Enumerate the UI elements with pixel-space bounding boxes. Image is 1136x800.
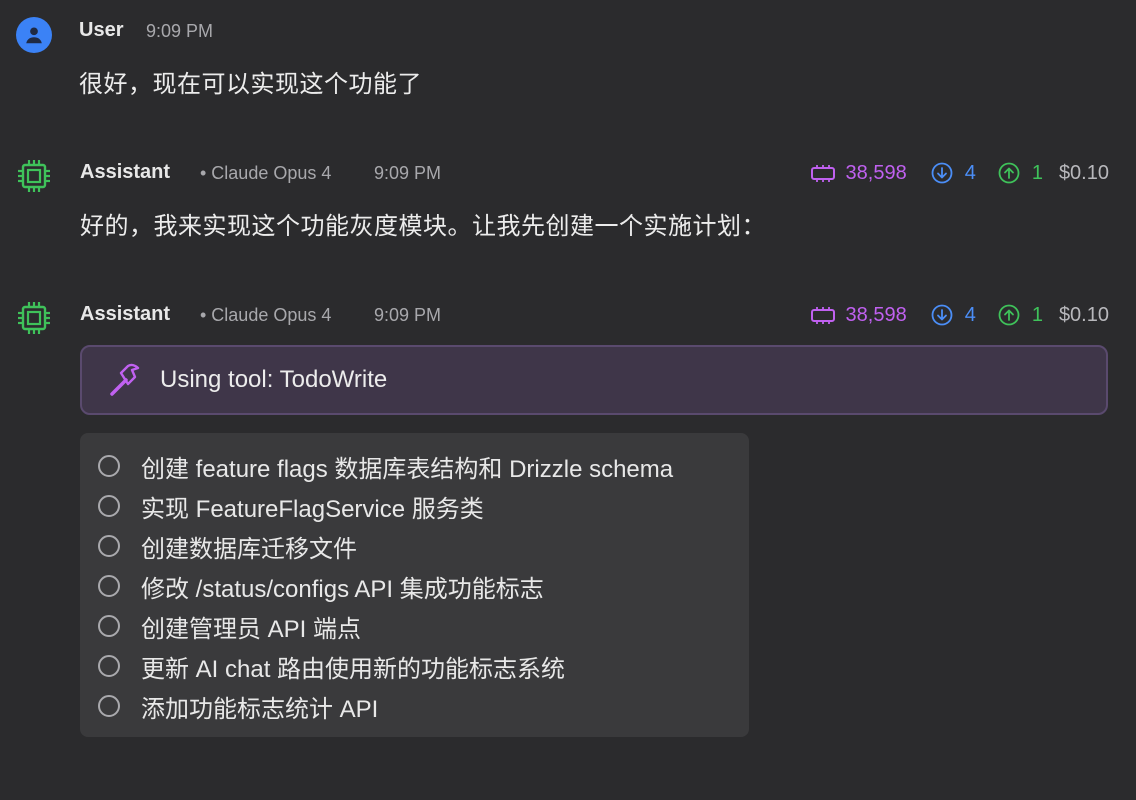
tool-call-panel[interactable]: Using tool: TodoWrite <box>80 345 1108 415</box>
message-text: 好的，我来实现这个功能灰度模块。让我先创建一个实施计划： <box>80 213 766 240</box>
arrow-down-circle-icon <box>931 162 953 184</box>
todo-item: 创建管理员 API 端点 <box>98 610 362 643</box>
todo-item: 创建 feature flags 数据库表结构和 Drizzle schema <box>98 450 674 483</box>
todo-text: 创建数据库迁移文件 <box>141 535 357 563</box>
circle-unchecked-icon[interactable] <box>98 655 120 677</box>
todo-item: 实现 FeatureFlagService 服务类 <box>98 490 484 523</box>
sender-name: User <box>79 19 124 41</box>
circle-unchecked-icon[interactable] <box>98 495 120 517</box>
usage-stats: 38,598 4 1 $0.10 <box>810 301 1109 329</box>
cpu-chip-icon <box>18 302 50 334</box>
usage-stats: 38,598 4 1 $0.10 <box>810 159 1109 187</box>
todo-text: 创建 feature flags 数据库表结构和 Drizzle schema <box>141 455 674 483</box>
token-count: 38,598 <box>845 161 907 184</box>
cost-value: $0.10 <box>1058 303 1109 326</box>
todo-text: 添加功能标志统计 API <box>141 695 379 723</box>
token-count: 38,598 <box>845 303 907 326</box>
assistant-avatar <box>16 158 52 194</box>
todo-item: 更新 AI chat 路由使用新的功能标志系统 <box>98 650 566 683</box>
message-text: 很好，现在可以实现这个功能了 <box>79 71 422 98</box>
output-count: 1 <box>1031 161 1043 184</box>
circle-unchecked-icon[interactable] <box>98 575 120 597</box>
arrow-down-circle-icon <box>931 304 953 326</box>
todo-text: 创建管理员 API 端点 <box>141 615 362 643</box>
hammer-icon <box>110 363 140 396</box>
user-avatar <box>16 17 52 53</box>
memory-chip-icon <box>810 165 835 182</box>
user-message: User 9:09 PM 很好，现在可以实现这个功能了 <box>0 0 1136 120</box>
user-icon <box>26 27 42 44</box>
arrow-up-circle-icon <box>998 304 1020 326</box>
tool-label: Using tool: TodoWrite <box>160 366 388 393</box>
todo-list: 创建 feature flags 数据库表结构和 Drizzle schema … <box>80 433 749 737</box>
assistant-avatar <box>16 300 52 336</box>
cost-value: $0.10 <box>1058 161 1109 184</box>
sender-name: Assistant <box>80 303 171 325</box>
model-name: • Claude Opus 4 <box>200 305 332 325</box>
todo-text: 修改 /status/configs API 集成功能标志 <box>141 575 544 603</box>
input-count: 4 <box>964 161 976 184</box>
circle-unchecked-icon[interactable] <box>98 535 120 557</box>
message-time: 9:09 PM <box>146 21 214 41</box>
input-count: 4 <box>964 303 976 326</box>
message-time: 9:09 PM <box>374 163 442 183</box>
circle-unchecked-icon[interactable] <box>98 455 120 477</box>
model-name: • Claude Opus 4 <box>200 163 332 183</box>
message-time: 9:09 PM <box>374 305 442 325</box>
memory-chip-icon <box>810 307 835 324</box>
sender-name: Assistant <box>80 161 171 183</box>
todo-text: 更新 AI chat 路由使用新的功能标志系统 <box>141 655 566 683</box>
todo-item: 添加功能标志统计 API <box>98 690 379 723</box>
todo-item: 修改 /status/configs API 集成功能标志 <box>98 570 544 603</box>
todo-item: 创建数据库迁移文件 <box>98 530 357 563</box>
circle-unchecked-icon[interactable] <box>98 615 120 637</box>
circle-unchecked-icon[interactable] <box>98 695 120 717</box>
output-count: 1 <box>1031 303 1043 326</box>
todo-text: 实现 FeatureFlagService 服务类 <box>141 495 484 523</box>
cpu-chip-icon <box>18 160 50 192</box>
arrow-up-circle-icon <box>998 162 1020 184</box>
